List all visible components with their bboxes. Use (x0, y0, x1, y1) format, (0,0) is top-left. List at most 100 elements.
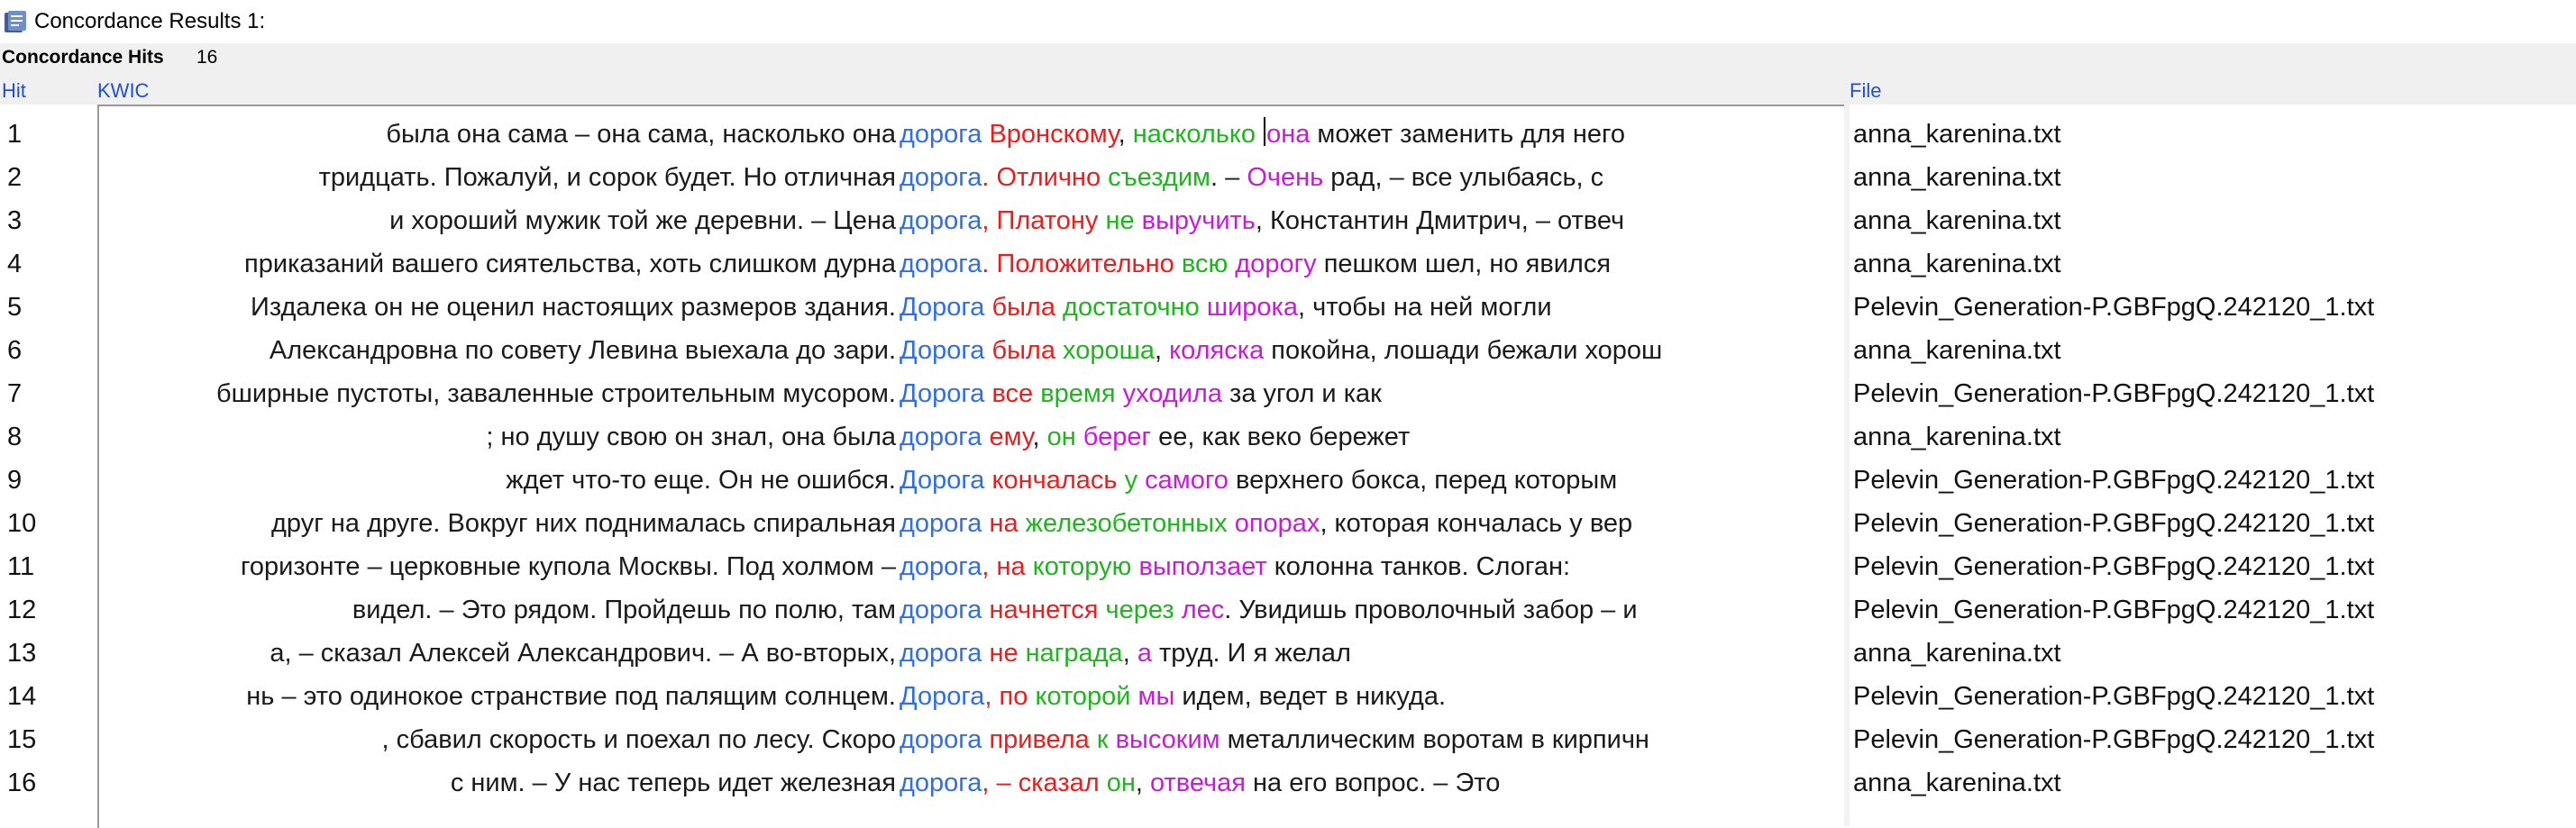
right-context-rest: может заменить для него (1310, 120, 1626, 149)
node-word[interactable]: дорога (900, 725, 982, 754)
collocate-r2: время (1040, 379, 1116, 408)
file-name[interactable]: anna_karenina.txt (1853, 329, 2061, 372)
separator (1055, 293, 1063, 322)
node-word[interactable]: Дорога (900, 336, 984, 365)
table-row[interactable]: 15 , сбавил скорость и поехал по лесу. С… (0, 718, 2576, 761)
column-header-kwic[interactable]: KWIC (97, 79, 149, 103)
collocate-r1: . Положительно (982, 250, 1174, 278)
file-name[interactable]: anna_karenina.txt (1853, 242, 2061, 286)
separator: , (1118, 120, 1133, 149)
file-name[interactable]: Pelevin_Generation-P.GBFpgQ.242120_1.txt (1853, 502, 2374, 545)
right-context-rest: за угол и как (1221, 379, 1382, 408)
right-context: Дорога, по которой мы идем, ведет в нику… (900, 675, 1446, 718)
title-bar: Concordance Results 1: (0, 0, 2576, 43)
collocate-r3: лес (1181, 596, 1225, 624)
collocate-r2: железобетонных (1025, 509, 1228, 538)
node-word[interactable]: дорога (900, 552, 982, 581)
table-row[interactable]: 5 Издалека он не оценил настоящих размер… (0, 286, 2576, 329)
separator (1200, 293, 1207, 322)
file-name[interactable]: anna_karenina.txt (1853, 632, 2061, 675)
right-context-rest: покойна, лошади бежали хорош (1264, 336, 1663, 365)
table-row[interactable]: 14 нь – это одинокое странствие под паля… (0, 675, 2576, 718)
separator (1026, 552, 1033, 581)
hit-number: 3 (7, 206, 23, 235)
file-name[interactable]: Pelevin_Generation-P.GBFpgQ.242120_1.txt (1853, 588, 2374, 632)
node-word[interactable]: дорога (900, 423, 982, 451)
file-name[interactable]: Pelevin_Generation-P.GBFpgQ.242120_1.txt (1853, 718, 2374, 761)
node-word[interactable]: Дорога (900, 466, 984, 495)
table-row[interactable]: 4 приказаний вашего сиятельства, хоть сл… (0, 242, 2576, 286)
file-name[interactable]: Pelevin_Generation-P.GBFpgQ.242120_1.txt (1853, 459, 2374, 502)
node-word[interactable]: Дорога (900, 379, 984, 408)
window-title: Concordance Results 1: (34, 9, 266, 33)
node-word[interactable]: дорога (900, 509, 982, 538)
left-context: , сбавил скорость и поехал по лесу. Скор… (381, 725, 896, 754)
left-context: горизонте – церковные купола Москвы. Под… (240, 552, 896, 581)
column-header-hit[interactable]: Hit (2, 79, 26, 103)
node-word[interactable]: Дорога (900, 682, 984, 711)
left-context: друг на друге. Вокруг них поднималась сп… (271, 509, 896, 538)
table-row[interactable]: 3 и хороший мужик той же деревни. – Цена… (0, 199, 2576, 242)
collocate-r3: отвечая (1150, 769, 1246, 797)
collocate-r1: ему (982, 423, 1033, 451)
file-name[interactable]: anna_karenina.txt (1853, 761, 2061, 805)
hit-number: 15 (7, 725, 37, 754)
table-row[interactable]: 6 Александровна по совету Левина выехала… (0, 329, 2576, 372)
table-row[interactable]: 12 видел. – Это рядом. Пройдешь по полю,… (0, 588, 2576, 632)
node-word[interactable]: дорога (900, 250, 982, 278)
node-word[interactable]: дорога (900, 163, 982, 192)
collocate-r3: берег (1082, 423, 1152, 451)
left-context: видел. – Это рядом. Пройдешь по полю, та… (352, 596, 896, 624)
right-context-rest: верхнего бокса, перед которым (1228, 466, 1618, 495)
file-name[interactable]: Pelevin_Generation-P.GBFpgQ.242120_1.txt (1853, 286, 2374, 329)
left-context: приказаний вашего сиятельства, хоть слиш… (244, 250, 896, 278)
node-word[interactable]: дорога (900, 206, 982, 235)
table-row[interactable]: 10 друг на друге. Вокруг них поднималась… (0, 502, 2576, 545)
table-row[interactable]: 7 бширные пустоты, заваленные строительн… (0, 372, 2576, 415)
collocate-r2: через (1105, 596, 1174, 624)
hit-number: 2 (7, 163, 23, 192)
file-name[interactable]: Pelevin_Generation-P.GBFpgQ.242120_1.txt (1853, 545, 2374, 588)
collocate-r3: самого (1145, 466, 1229, 495)
file-name[interactable]: anna_karenina.txt (1853, 199, 2061, 242)
hits-count: 16 (196, 47, 218, 68)
left-context: и хороший мужик той же деревни. – Цена (389, 206, 896, 235)
collocate-r2: он (1106, 769, 1136, 797)
collocate-r1: начнется (982, 596, 1099, 624)
right-context-rest: на его вопрос. – Это (1245, 769, 1501, 797)
collocate-r2: насколько (1132, 120, 1256, 149)
column-header-file[interactable]: File (1850, 79, 1881, 103)
collocate-r1: была (984, 336, 1055, 365)
separator: , (1032, 423, 1047, 451)
file-name[interactable]: Pelevin_Generation-P.GBFpgQ.242120_1.txt (1853, 372, 2374, 415)
table-row[interactable]: 11 горизонте – церковные купола Москвы. … (0, 545, 2576, 588)
collocate-r1: . Отлично (982, 163, 1101, 192)
table-row[interactable]: 2 тридцать. Пожалуй, и сорок будет. Но о… (0, 156, 2576, 199)
file-name[interactable]: anna_karenina.txt (1853, 156, 2061, 199)
file-name[interactable]: anna_karenina.txt (1853, 113, 2061, 156)
separator (1100, 769, 1107, 797)
table-row[interactable]: 9 ждет что-то еще. Он не ошибся. Дорога … (0, 459, 2576, 502)
file-name[interactable]: Pelevin_Generation-P.GBFpgQ.242120_1.txt (1853, 675, 2374, 718)
table-row[interactable]: 13 а, – сказал Алексей Александрович. – … (0, 632, 2576, 675)
collocate-r2: награда (1025, 639, 1123, 668)
separator: , (1122, 639, 1137, 668)
collocate-r2: съездим (1108, 163, 1210, 192)
collocate-r3: а (1137, 639, 1152, 668)
right-context-rest: . Увидишь проволочный забор – и (1224, 596, 1638, 624)
node-word[interactable]: дорога (900, 639, 982, 668)
table-row[interactable]: 8 ; но душу свою он знал, она была дорог… (0, 415, 2576, 459)
separator (1174, 596, 1182, 624)
right-context: Дорога все время уходила за угол и как (900, 372, 1382, 415)
node-word[interactable]: дорога (900, 596, 982, 624)
table-row[interactable]: 16 с ним. – У нас теперь идет железная д… (0, 761, 2576, 805)
collocate-r3: высоким (1115, 725, 1220, 754)
node-word[interactable]: дорога (900, 769, 982, 797)
node-word[interactable]: Дорога (900, 293, 984, 322)
table-row[interactable]: 1 была она сама – она сама, насколько он… (0, 113, 2576, 156)
file-name[interactable]: anna_karenina.txt (1853, 415, 2061, 459)
right-context: Дорога кончалась у самого верхнего бокса… (900, 459, 1617, 502)
right-context-rest: идем, ведет в никуда. (1174, 682, 1447, 711)
right-context-rest: ее, как веко бережет (1151, 423, 1411, 451)
node-word[interactable]: дорога (900, 120, 982, 149)
